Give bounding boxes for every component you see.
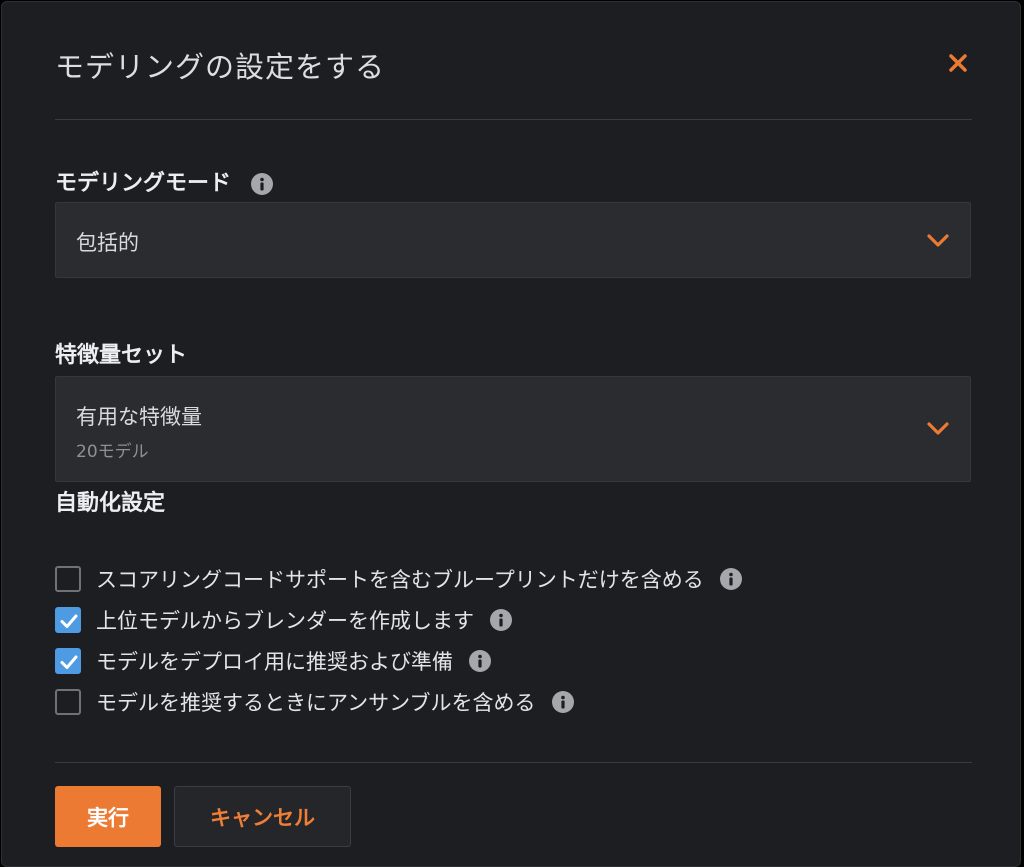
modeling-mode-label: モデリングモード	[55, 165, 273, 197]
close-icon[interactable]	[945, 50, 971, 76]
chevron-down-icon	[926, 233, 950, 249]
info-icon[interactable]	[469, 650, 491, 672]
feature-set-value: 有用な特徴量	[76, 405, 202, 429]
run-button[interactable]: 実行	[55, 786, 161, 847]
option-label: モデルをデプロイ用に推奨および準備	[96, 650, 453, 674]
option-label: 上位モデルからブレンダーを作成します	[96, 609, 474, 633]
modeling-mode-select[interactable]: 包括的	[55, 202, 971, 278]
feature-set-select[interactable]: 有用な特徴量 20モデル	[55, 376, 971, 482]
info-icon[interactable]	[551, 691, 574, 713]
checkbox[interactable]	[55, 689, 81, 715]
checkbox-checked[interactable]	[55, 648, 81, 674]
header-divider	[55, 119, 972, 120]
option-recommend-deploy[interactable]: モデルをデプロイ用に推奨および準備	[55, 647, 491, 675]
footer-divider	[55, 762, 972, 763]
option-label: モデルを推奨するときにアンサンブルを含める	[96, 691, 536, 715]
info-icon[interactable]	[719, 568, 742, 590]
option-create-blender[interactable]: 上位モデルからブレンダーを作成します	[55, 606, 512, 634]
modeling-mode-value: 包括的	[76, 231, 139, 255]
automation-label: 自動化設定	[55, 491, 166, 516]
option-label: スコアリングコードサポートを含むブループリントだけを含める	[96, 568, 704, 592]
modeling-mode-label-text: モデリングモード	[55, 171, 232, 196]
option-scoring-code[interactable]: スコアリングコードサポートを含むブループリントだけを含める	[55, 565, 742, 593]
feature-set-label: 特徴量セット	[55, 343, 188, 368]
info-icon[interactable]	[250, 173, 273, 195]
modeling-settings-dialog: モデリングの設定をする モデリングモード 包括的 特徴量セット 有用な特徴量 2…	[1, 1, 1021, 867]
cancel-button[interactable]: キャンセル	[174, 786, 351, 847]
option-include-ensemble[interactable]: モデルを推奨するときにアンサンブルを含める	[55, 688, 574, 716]
info-icon[interactable]	[490, 609, 512, 631]
chevron-down-icon	[926, 421, 950, 437]
checkbox[interactable]	[55, 566, 81, 592]
dialog-title: モデリングの設定をする	[55, 50, 386, 84]
feature-set-subtext: 20モデル	[76, 442, 149, 462]
checkbox-checked[interactable]	[55, 607, 81, 633]
